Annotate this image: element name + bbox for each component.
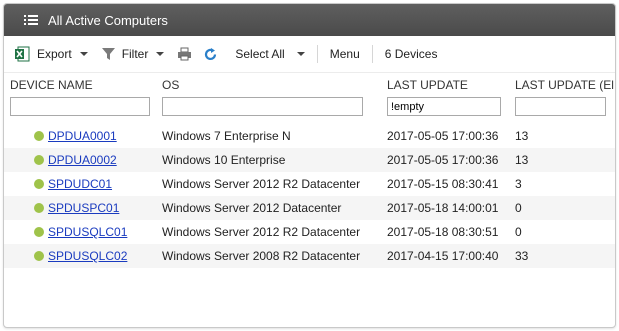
last-update-cell: 2017-05-18 08:30:51 bbox=[387, 225, 499, 239]
os-cell: Windows Server 2012 R2 Datacenter bbox=[162, 177, 361, 191]
refresh-icon[interactable] bbox=[203, 47, 218, 62]
status-dot-icon bbox=[34, 155, 44, 165]
printer-icon[interactable] bbox=[177, 47, 192, 61]
last-update-elapsed-filter-input[interactable] bbox=[515, 97, 606, 116]
export-label: Export bbox=[37, 47, 72, 61]
funnel-icon bbox=[101, 48, 115, 60]
last-update-cell: 2017-05-05 17:00:36 bbox=[387, 153, 499, 167]
os-cell: Windows Server 2012 R2 Datacenter bbox=[162, 225, 361, 239]
device-name-link[interactable]: SPDUDC01 bbox=[48, 177, 112, 191]
table-row[interactable]: SPDUSPC01 Windows Server 2012 Datacenter… bbox=[4, 196, 615, 220]
table-row[interactable]: DPDUA0002 Windows 10 Enterprise 2017-05-… bbox=[4, 148, 615, 172]
toolbar-divider bbox=[371, 45, 373, 63]
device-name-link[interactable]: SPDUSQLC01 bbox=[48, 225, 127, 239]
column-header-last-update-elapsed[interactable]: LAST UPDATE (El bbox=[515, 78, 614, 92]
select-all-label: Select All bbox=[235, 47, 285, 61]
os-cell: Windows Server 2012 Datacenter bbox=[162, 201, 342, 215]
toolbar: Export Filter Select All Menu 6 Devices bbox=[4, 36, 615, 73]
status-dot-icon bbox=[34, 251, 44, 261]
chevron-down-icon bbox=[156, 52, 165, 56]
last-update-cell: 2017-05-05 17:00:36 bbox=[387, 129, 499, 143]
os-filter-input[interactable] bbox=[162, 97, 363, 116]
status-dot-icon bbox=[34, 203, 44, 213]
device-name-link[interactable]: DPDUA0002 bbox=[48, 153, 117, 167]
table-row[interactable]: SPDUSQLC02 Windows Server 2008 R2 Datace… bbox=[4, 244, 615, 268]
panel-title: All Active Computers bbox=[48, 12, 168, 28]
os-cell: Windows 7 Enterprise N bbox=[162, 129, 291, 143]
column-header-last-update[interactable]: LAST UPDATE bbox=[387, 78, 468, 92]
column-header-device-name[interactable]: DEVICE NAME bbox=[10, 78, 93, 92]
elapsed-cell: 33 bbox=[515, 249, 529, 263]
last-update-cell: 2017-05-15 08:30:41 bbox=[387, 177, 499, 191]
elapsed-cell: 3 bbox=[515, 177, 522, 191]
select-all-button[interactable]: Select All bbox=[235, 47, 305, 61]
filter-label: Filter bbox=[121, 47, 149, 61]
last-update-cell: 2017-05-18 14:00:01 bbox=[387, 201, 499, 215]
table-row[interactable]: DPDUA0001 Windows 7 Enterprise N 2017-05… bbox=[4, 124, 615, 148]
toolbar-divider bbox=[316, 45, 318, 63]
status-dot-icon bbox=[34, 179, 44, 189]
elapsed-cell: 0 bbox=[515, 201, 522, 215]
device-name-link[interactable]: SPDUSQLC02 bbox=[48, 249, 127, 263]
last-update-filter-input[interactable] bbox=[387, 97, 501, 116]
excel-icon bbox=[15, 46, 30, 62]
status-dot-icon bbox=[34, 131, 44, 141]
device-name-link[interactable]: DPDUA0001 bbox=[48, 129, 117, 143]
device-name-link[interactable]: SPDUSPC01 bbox=[48, 201, 119, 215]
elapsed-cell: 13 bbox=[515, 153, 529, 167]
filter-button[interactable]: Filter bbox=[101, 47, 165, 61]
elapsed-cell: 0 bbox=[515, 225, 522, 239]
device-name-filter-input[interactable] bbox=[10, 97, 150, 116]
list-icon bbox=[24, 14, 38, 26]
export-button[interactable]: Export bbox=[14, 46, 88, 62]
table-row[interactable]: SPDUSQLC01 Windows Server 2012 R2 Datace… bbox=[4, 220, 615, 244]
device-count: 6 Devices bbox=[384, 47, 438, 61]
os-cell: Windows 10 Enterprise bbox=[162, 153, 286, 167]
elapsed-cell: 13 bbox=[515, 129, 529, 143]
status-dot-icon bbox=[34, 227, 44, 237]
menu-button[interactable]: Menu bbox=[330, 47, 360, 61]
table-row[interactable]: SPDUDC01 Windows Server 2012 R2 Datacent… bbox=[4, 172, 615, 196]
column-header-os[interactable]: OS bbox=[162, 78, 179, 92]
chevron-down-icon bbox=[296, 52, 305, 56]
computers-panel: All Active Computers Export Filter Selec… bbox=[3, 3, 616, 328]
last-update-cell: 2017-04-15 17:00:40 bbox=[387, 249, 499, 263]
chevron-down-icon bbox=[79, 52, 88, 56]
os-cell: Windows Server 2008 R2 Datacenter bbox=[162, 249, 361, 263]
title-bar: All Active Computers bbox=[4, 4, 615, 36]
